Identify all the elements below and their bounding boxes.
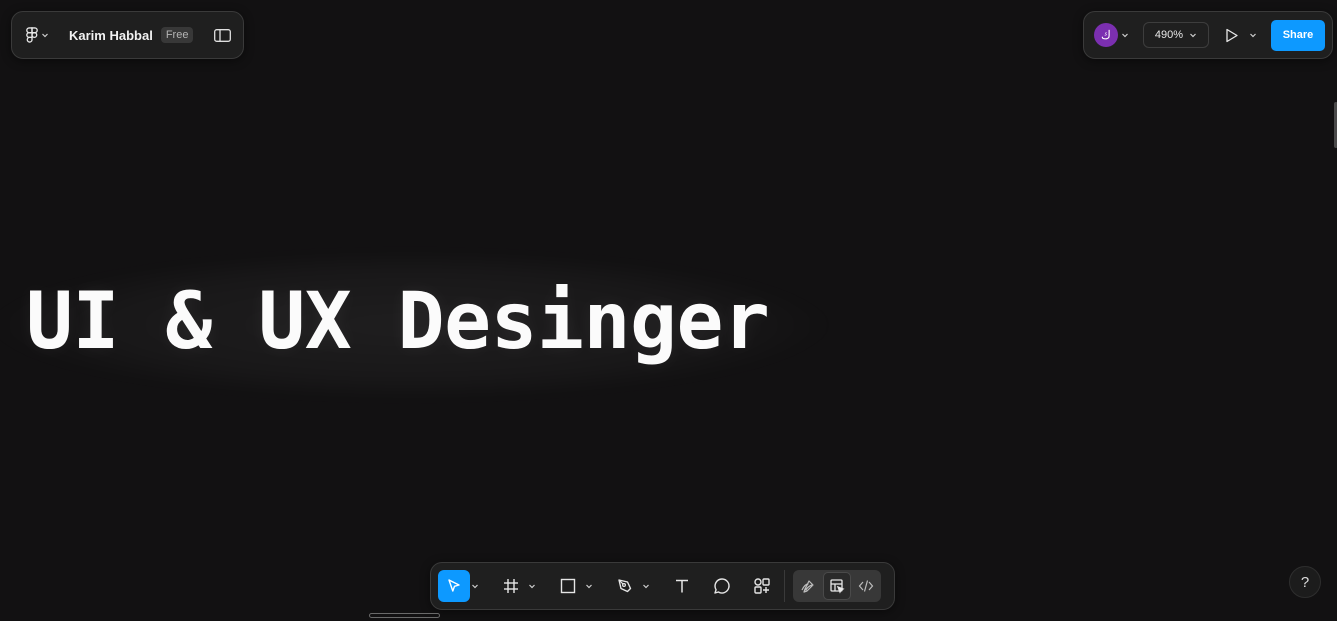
chevron-down-icon: [1189, 31, 1197, 39]
tool-pen[interactable]: [609, 570, 652, 602]
help-button[interactable]: ?: [1289, 566, 1321, 598]
header-actions-panel: ك 490% Share: [1083, 11, 1333, 59]
toolbar-divider: [784, 570, 785, 602]
owner-name[interactable]: Karim Habbal: [69, 28, 153, 43]
tool-move[interactable]: [438, 570, 481, 602]
chevron-down-icon[interactable]: [528, 577, 538, 595]
figma-logo-icon[interactable]: [26, 26, 38, 44]
design-mode-icon[interactable]: [823, 572, 851, 600]
chevron-down-icon[interactable]: [1121, 31, 1129, 39]
canvas-text-layer[interactable]: UI & UX Desinger: [26, 277, 770, 367]
frame-hash-icon[interactable]: [495, 570, 527, 602]
share-button[interactable]: Share: [1271, 19, 1325, 51]
tool-resources[interactable]: [746, 570, 778, 602]
tool-shape[interactable]: [552, 570, 595, 602]
play-icon[interactable]: [1225, 28, 1239, 43]
chevron-down-icon[interactable]: [642, 577, 652, 595]
mode-switcher: [793, 570, 881, 602]
rectangle-icon[interactable]: [552, 570, 584, 602]
comment-icon[interactable]: [706, 570, 738, 602]
tool-frame[interactable]: [495, 570, 538, 602]
chevron-down-icon[interactable]: [471, 577, 481, 595]
chevron-down-icon[interactable]: [1249, 31, 1257, 39]
plan-badge: Free: [160, 27, 194, 43]
zoom-level: 490%: [1154, 29, 1184, 41]
cursor-icon[interactable]: [438, 570, 470, 602]
tool-text[interactable]: [666, 570, 698, 602]
horizontal-scrollbar[interactable]: [369, 613, 440, 618]
chevron-down-icon[interactable]: [585, 577, 595, 595]
avatar[interactable]: ك: [1094, 23, 1118, 47]
tool-comment[interactable]: [706, 570, 738, 602]
design-canvas[interactable]: UI & UX Desinger: [0, 0, 1337, 621]
draw-mode-icon[interactable]: [793, 571, 823, 601]
chevron-down-icon[interactable]: [41, 31, 49, 39]
text-icon[interactable]: [666, 570, 698, 602]
file-panel: Karim Habbal Free: [11, 11, 244, 59]
pen-icon[interactable]: [609, 570, 641, 602]
dev-mode-icon[interactable]: [851, 571, 881, 601]
resources-icon[interactable]: [746, 570, 778, 602]
zoom-dropdown[interactable]: 490%: [1143, 22, 1209, 48]
sidebar-panel-icon[interactable]: [214, 28, 231, 42]
bottom-toolbar: [430, 562, 895, 610]
